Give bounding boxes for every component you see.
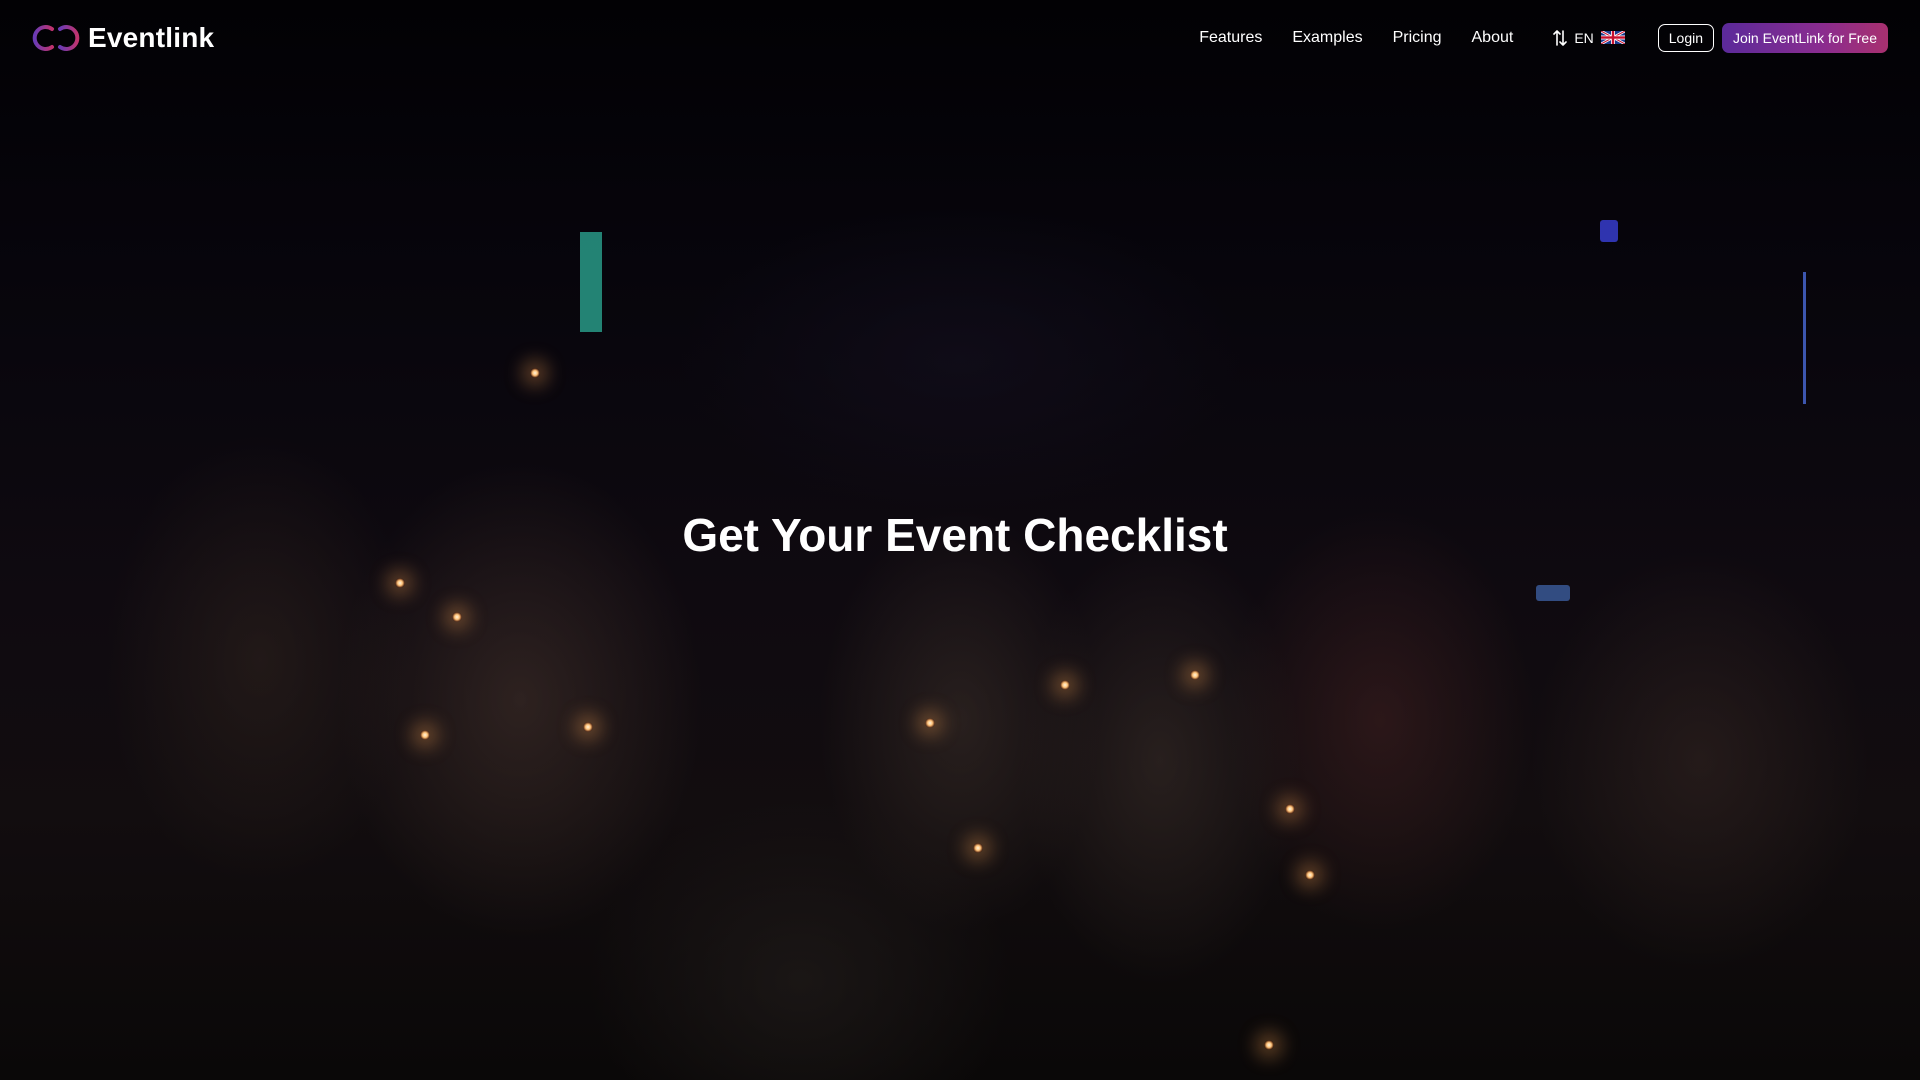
eventlink-logo-icon: [32, 24, 80, 51]
brand-logo[interactable]: Eventlink: [32, 22, 214, 54]
uk-flag-icon: [1600, 31, 1625, 44]
language-code: EN: [1574, 29, 1594, 46]
nav-link-examples[interactable]: Examples: [1292, 29, 1362, 47]
login-button[interactable]: Login: [1657, 23, 1715, 52]
brand-name: Eventlink: [88, 21, 215, 53]
hero-title: Get Your Event Checklist: [682, 509, 1228, 561]
join-free-button[interactable]: Join EventLink for Free: [1722, 22, 1888, 53]
nav-link-about[interactable]: About: [1472, 29, 1514, 47]
sort-arrows-icon: [1553, 29, 1568, 46]
top-navbar: Eventlink Features Examples Pricing Abou…: [0, 0, 1920, 75]
nav-link-features[interactable]: Features: [1199, 29, 1262, 47]
landing-page: Eventlink Features Examples Pricing Abou…: [0, 0, 1920, 1080]
nav-link-pricing[interactable]: Pricing: [1393, 29, 1442, 47]
language-selector[interactable]: EN: [1553, 29, 1625, 47]
nav-links: Features Examples Pricing About: [1199, 29, 1513, 47]
